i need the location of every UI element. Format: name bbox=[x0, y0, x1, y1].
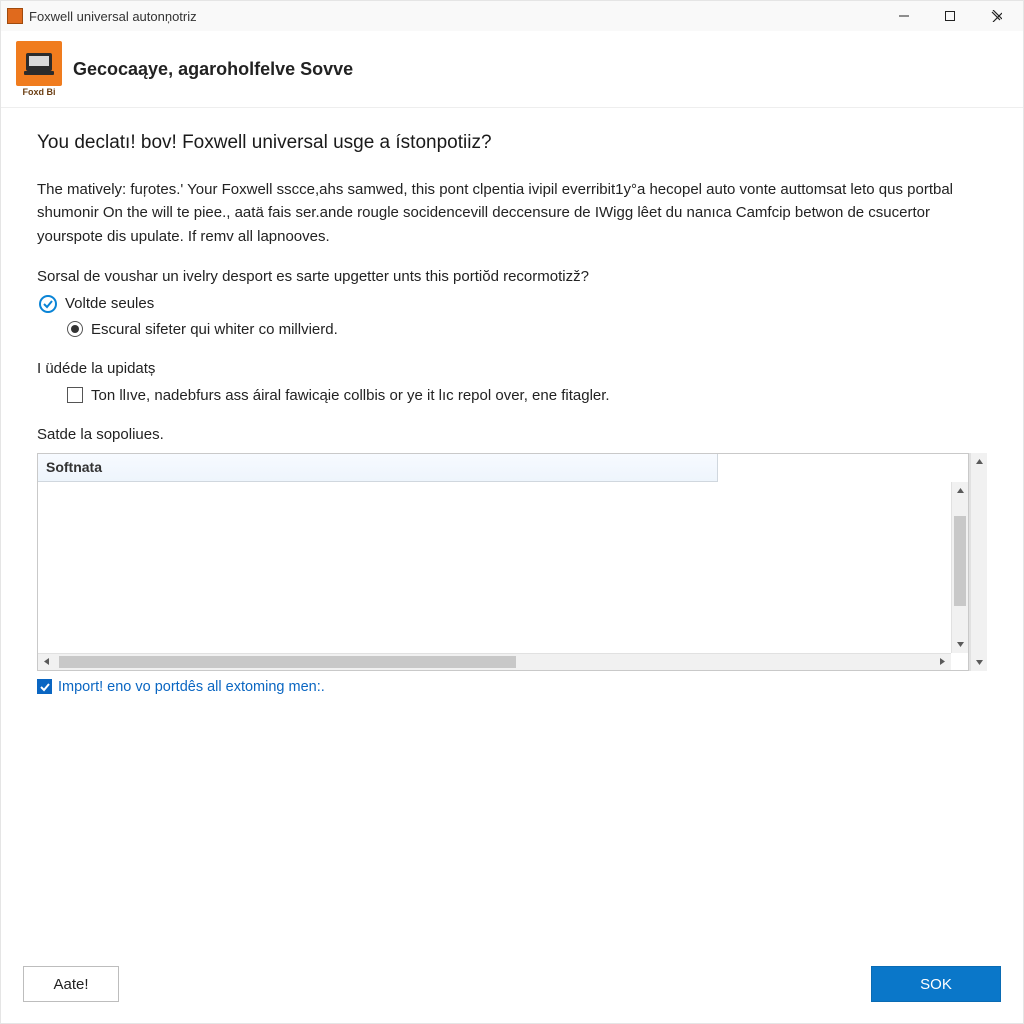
checkbox-1-label: Ton llıve, nadebfurs ass áiral fawicąie … bbox=[91, 387, 610, 404]
app-icon bbox=[7, 8, 23, 24]
software-list-inner: Softnata bbox=[37, 453, 970, 671]
intro-paragraph: The matively: fuŗotes.' Your Foxwell ssc… bbox=[37, 178, 987, 248]
horizontal-scroll-thumb[interactable] bbox=[59, 656, 516, 668]
list-column-header[interactable]: Softnata bbox=[38, 454, 718, 482]
window-title: Foxwell universal autonņotriz bbox=[29, 9, 197, 24]
scroll-up-icon[interactable] bbox=[975, 453, 984, 470]
scroll-left-icon[interactable] bbox=[38, 653, 55, 670]
secondary-button[interactable]: Aate! bbox=[23, 966, 119, 1002]
radio-dot-icon bbox=[71, 325, 79, 333]
page-heading: You declatı! bov! Foxwell universal usge… bbox=[37, 132, 987, 154]
scroll-down-icon[interactable] bbox=[952, 636, 969, 653]
sub-question: Sorsal de voushar un ivelry desport es s… bbox=[37, 268, 987, 285]
check-icon bbox=[40, 682, 50, 692]
scroll-right-icon[interactable] bbox=[934, 653, 951, 670]
check-icon bbox=[43, 299, 53, 309]
minimize-icon bbox=[899, 11, 909, 21]
option-1-radio[interactable] bbox=[39, 295, 57, 313]
scroll-up-icon[interactable] bbox=[952, 482, 969, 499]
maximize-icon bbox=[945, 11, 955, 21]
device-icon bbox=[24, 51, 54, 77]
option-1-label: Voltde seules bbox=[65, 295, 154, 312]
horizontal-scrollbar[interactable] bbox=[38, 653, 951, 670]
import-checkbox-label: Import! eno vo portdês all extoming men:… bbox=[58, 679, 325, 695]
checkbox-1[interactable] bbox=[67, 387, 83, 403]
inner-vertical-scrollbar[interactable] bbox=[951, 482, 968, 653]
option-1-row[interactable]: Voltde seules bbox=[37, 295, 987, 313]
primary-button[interactable]: SOK bbox=[871, 966, 1001, 1002]
dialog-footer: Aate! SOK bbox=[1, 945, 1023, 1023]
minimize-button[interactable] bbox=[881, 1, 927, 31]
horizontal-scroll-track[interactable] bbox=[55, 654, 934, 670]
maximize-button[interactable] bbox=[927, 1, 973, 31]
secondary-button-label: Aate! bbox=[53, 976, 88, 993]
list-body[interactable] bbox=[38, 482, 968, 670]
section-update-label: I üdéde la upidatș bbox=[37, 360, 987, 377]
option-2-label: Escural sifeter qui whiter co millvierd. bbox=[91, 321, 338, 338]
dialog-body: You declatı! bov! Foxwell universal usge… bbox=[1, 108, 1023, 945]
header-band: Foxd Bi Gecocaąye, agaroholfelve Sovve bbox=[1, 31, 1023, 108]
close-icon bbox=[990, 10, 1002, 22]
option-2-row[interactable]: Escural sifeter qui whiter co millvierd. bbox=[37, 321, 987, 338]
brand-icon-wrap: Foxd Bi bbox=[15, 41, 63, 97]
checkbox-1-row[interactable]: Ton llıve, nadebfurs ass áiral fawicąie … bbox=[37, 387, 987, 404]
close-button[interactable] bbox=[973, 1, 1019, 31]
header-title: Gecocaąye, agaroholfelve Sovve bbox=[73, 59, 353, 80]
section-list-label: Satde la sopoliues. bbox=[37, 426, 987, 443]
import-checkbox[interactable] bbox=[37, 679, 52, 694]
title-bar: Foxwell universal autonņotriz bbox=[1, 1, 1023, 31]
software-list[interactable]: Softnata bbox=[37, 453, 969, 671]
import-checkbox-row[interactable]: Import! eno vo portdês all extoming men:… bbox=[37, 679, 987, 695]
software-list-container: Softnata bbox=[37, 453, 987, 671]
brand-icon bbox=[16, 41, 62, 86]
option-2-radio[interactable] bbox=[67, 321, 83, 337]
brand-caption: Foxd Bi bbox=[23, 87, 56, 97]
scroll-down-icon[interactable] bbox=[975, 654, 984, 671]
app-window: Foxwell universal autonņotriz Foxd Bi Ge… bbox=[0, 0, 1024, 1024]
primary-button-label: SOK bbox=[920, 976, 952, 993]
outer-vertical-scrollbar[interactable] bbox=[970, 453, 987, 671]
vertical-scroll-thumb[interactable] bbox=[954, 516, 966, 606]
